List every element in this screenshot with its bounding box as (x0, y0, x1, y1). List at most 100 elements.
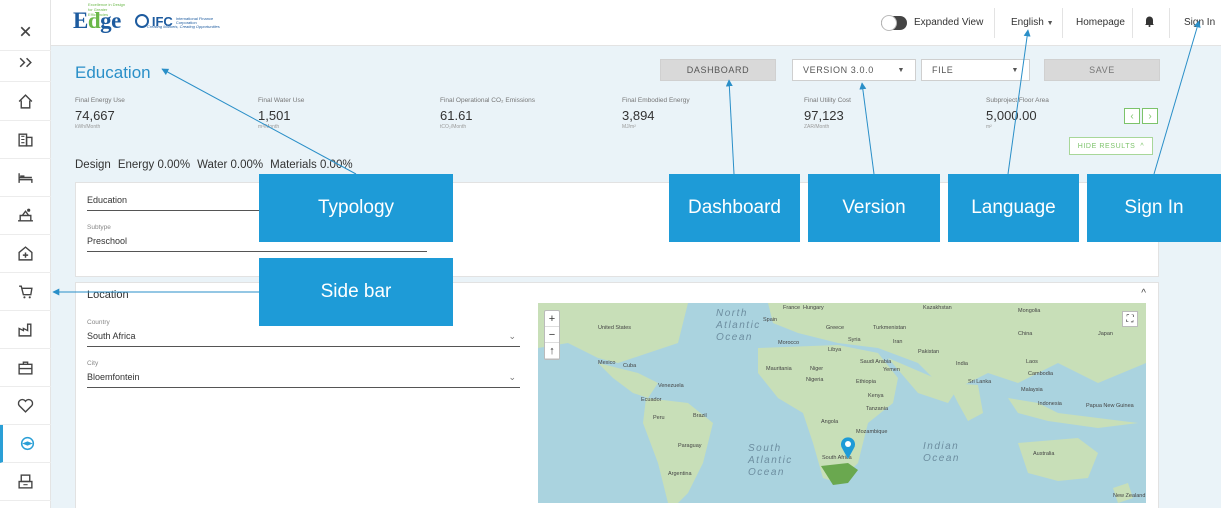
metric-energy: Final Energy Use 74,667 kWh/Month (75, 97, 125, 130)
divider (1062, 8, 1063, 38)
map-label: India (956, 361, 968, 367)
map-label: United States (598, 325, 632, 331)
map-label: Kazakhstan (923, 305, 952, 311)
location-card: Location ^ Country South Africa ⌄ City B… (75, 282, 1159, 508)
mixed-use-icon[interactable] (0, 463, 51, 501)
metrics-next-button[interactable]: › (1142, 108, 1158, 124)
map-label: Greece (826, 325, 845, 331)
country-label: Country (87, 319, 110, 326)
map-label: Ecuador (641, 397, 662, 403)
language-selector[interactable]: English ▼ (1011, 17, 1054, 28)
expanded-view-label: Expanded View (914, 17, 984, 28)
map-label: Pakistan (918, 349, 940, 355)
tab-energy[interactable]: Energy 0.00% (118, 159, 190, 171)
tab-design[interactable]: Design (75, 159, 111, 171)
map-label: Venezuela (658, 383, 684, 389)
expand-icon[interactable] (0, 44, 51, 82)
map-label: Japan (1098, 331, 1113, 337)
location-title: Location (87, 289, 129, 301)
map-label: Cuba (623, 363, 637, 369)
homepage-link[interactable]: Homepage (1076, 17, 1125, 28)
map-label: Brazil (693, 413, 707, 419)
education-icon[interactable] (0, 425, 51, 463)
country-select[interactable]: South Africa ⌄ (87, 331, 520, 347)
top-bar: Edge IFC International Finance Corporati… (51, 0, 1221, 46)
annotation-version: Version (808, 174, 940, 242)
zoom-in-button[interactable]: + (545, 311, 559, 327)
shopping-cart-icon[interactable] (0, 273, 51, 311)
map-label: Spain (763, 317, 778, 323)
ocean-label: South Atlantic Ocean (748, 443, 793, 478)
map-label: Tanzania (866, 406, 889, 412)
tab-water[interactable]: Water 0.00% (197, 159, 263, 171)
map-label: Angola (821, 419, 839, 425)
building-icon[interactable] (0, 121, 51, 159)
annotation-sign-in: Sign In (1087, 174, 1221, 242)
map-label: Indonesia (1038, 401, 1062, 407)
map-label: Australia (1033, 451, 1055, 457)
heart-icon[interactable] (0, 387, 51, 425)
dashboard-button[interactable]: DASHBOARD (660, 59, 776, 81)
map-label: France (783, 305, 801, 311)
ifc-tagline: Creating Markets, Creating Opportunities (147, 24, 220, 29)
annotation-dashboard: Dashboard (669, 174, 800, 242)
metrics-prev-button[interactable]: ‹ (1124, 108, 1140, 124)
chevron-down-icon: ▼ (897, 66, 905, 74)
metrics-bar: Final Energy Use 74,667 kWh/Month Final Wa… (75, 97, 1195, 137)
hospital-icon[interactable] (0, 235, 51, 273)
city-select[interactable]: Bloemfontein ⌄ (87, 372, 520, 388)
chevron-down-icon: ⌄ (508, 331, 516, 341)
sidebar (0, 0, 51, 508)
tab-materials[interactable]: Materials 0.00% (270, 159, 352, 171)
map-label: Laos (1026, 359, 1038, 365)
map-label: Yemen (883, 367, 900, 373)
fullscreen-icon[interactable]: ⛶ (1122, 311, 1138, 327)
map-label: Syria (848, 337, 861, 343)
chevron-down-icon: ▼ (1011, 66, 1019, 74)
map-label: Iran (893, 339, 903, 345)
metric-utility-cost: Final Utility Cost 97,123 ZAR/Month (804, 97, 851, 130)
ocean-label: Indian Ocean (923, 441, 960, 464)
zoom-out-button[interactable]: − (545, 327, 559, 343)
metric-floor-area: Subproject Floor Area 5,000.00 m² (986, 97, 1049, 130)
map-label: China (1018, 331, 1033, 337)
map-label: Morocco (778, 340, 800, 346)
bell-icon[interactable] (1144, 15, 1155, 30)
map-label: Mongolia (1018, 308, 1041, 314)
metric-water: Final Water Use 1,501 m³/Month (258, 97, 305, 130)
metric-co2: Final Operational CO₂ Emissions 61.61 tCO₂… (440, 97, 536, 130)
map-label: New Zealand (1113, 493, 1146, 499)
file-select[interactable]: FILE ▼ (921, 59, 1030, 81)
map-label: Hungary (803, 305, 824, 311)
map-label: Mexico (598, 360, 616, 366)
location-map[interactable]: North Atlantic Ocean South Atlantic Ocean In… (538, 303, 1146, 503)
hide-results-button[interactable]: HIDE RESULTS ^ (1069, 137, 1153, 155)
annotation-language: Language (948, 174, 1079, 242)
bed-icon[interactable] (0, 159, 51, 197)
map-label: Sri Lanka (968, 379, 992, 385)
version-select[interactable]: VERSION 3.0.0 ▼ (792, 59, 916, 81)
home-icon[interactable] (0, 83, 51, 121)
map-label: Ethiopia (856, 379, 876, 385)
chevron-down-icon: ⌄ (508, 372, 516, 382)
map-label: Nigeria (806, 377, 824, 383)
industrial-icon[interactable] (0, 311, 51, 349)
divider (1169, 8, 1170, 38)
reset-north-button[interactable]: ↑ (545, 343, 559, 359)
chevron-up-icon[interactable]: ^ (1141, 288, 1146, 299)
retail-icon[interactable] (0, 197, 51, 235)
map-zoom-controls: + − ↑ (544, 310, 560, 360)
expanded-view-toggle[interactable] (881, 15, 907, 31)
map-label: Niger (810, 366, 824, 372)
divider (994, 8, 995, 38)
location-pin-icon[interactable] (840, 437, 856, 459)
page-title: Education (75, 63, 151, 82)
office-icon[interactable] (0, 349, 51, 387)
city-label: City (87, 360, 99, 367)
map-label: Malaysia (1021, 387, 1043, 393)
map-label: Mauritania (766, 366, 792, 372)
annotation-typology: Typology (259, 174, 453, 242)
sign-in-link[interactable]: Sign In (1184, 17, 1215, 28)
save-button[interactable]: SAVE (1044, 59, 1160, 81)
map-label: Kenya (868, 393, 884, 399)
